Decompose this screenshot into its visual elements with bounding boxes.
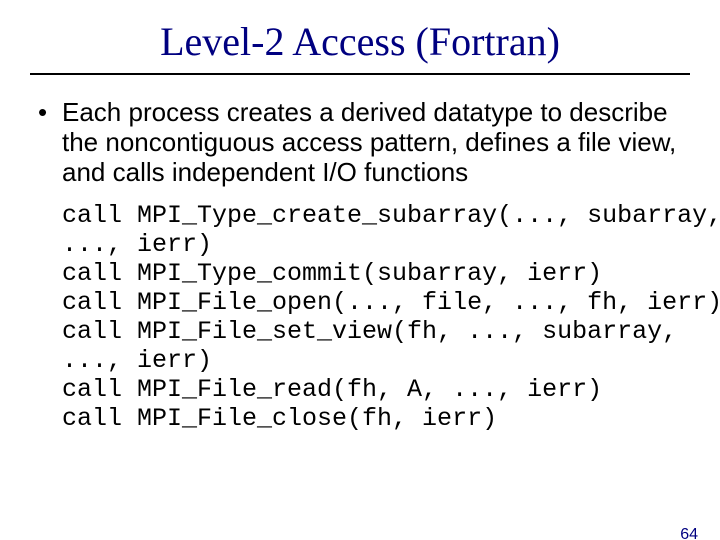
- bullet-marker: •: [38, 97, 62, 127]
- title-divider: [30, 73, 690, 75]
- page-number: 64: [680, 526, 698, 540]
- slide: Level-2 Access (Fortran) • Each process …: [0, 18, 720, 540]
- bullet-text: Each process creates a derived datatype …: [62, 97, 682, 187]
- bullet-item: • Each process creates a derived datatyp…: [38, 97, 682, 187]
- code-block: call MPI_Type_create_subarray(..., subar…: [62, 201, 682, 433]
- slide-title: Level-2 Access (Fortran): [0, 18, 720, 65]
- slide-body: • Each process creates a derived datatyp…: [38, 97, 682, 433]
